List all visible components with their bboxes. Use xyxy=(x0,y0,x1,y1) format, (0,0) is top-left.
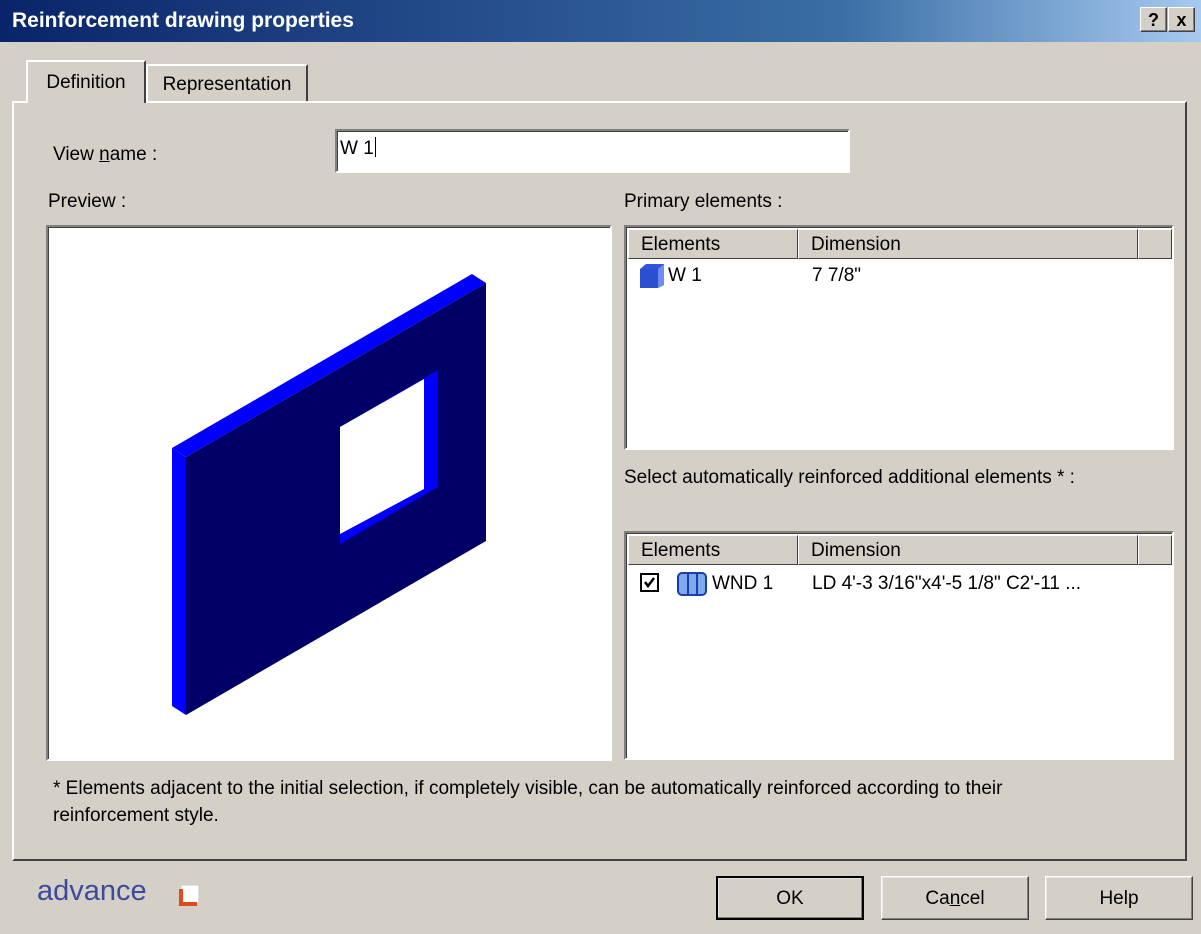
primary-elements-label: Primary elements : xyxy=(624,191,783,212)
text-caret xyxy=(374,137,376,157)
tab-definition[interactable]: Definition xyxy=(26,60,146,103)
column-header-dimension[interactable]: Dimension xyxy=(798,229,1138,259)
ok-button[interactable]: OK xyxy=(716,876,864,920)
column-header-dimension[interactable]: Dimension xyxy=(798,535,1138,565)
column-header-filler xyxy=(1138,535,1172,565)
wall-icon xyxy=(640,264,664,288)
primary-elements-list[interactable]: Elements Dimension W 1 7 7/8" xyxy=(624,225,1174,450)
active-tab-joint xyxy=(28,100,144,104)
column-header-elements[interactable]: Elements xyxy=(628,229,798,259)
view-name-input[interactable]: W 1 xyxy=(335,129,850,173)
column-header-elements[interactable]: Elements xyxy=(628,535,798,565)
advance-logo: advance xyxy=(37,875,200,908)
cancel-button[interactable]: Cancel xyxy=(881,876,1029,920)
wall-front-face xyxy=(186,283,486,715)
checkbox-checked[interactable] xyxy=(640,573,660,593)
element-dimension: 7 7/8" xyxy=(812,265,862,286)
additional-elements-list[interactable]: Elements Dimension WND 1 LD 4'-3 3/16"x4… xyxy=(624,531,1174,760)
window-icon xyxy=(677,572,707,596)
table-row[interactable]: W 1 7 7/8" xyxy=(638,263,1178,291)
close-title-button[interactable]: x xyxy=(1168,7,1195,32)
view-name-label: View name : xyxy=(53,144,158,165)
table-row[interactable]: WND 1 LD 4'-3 3/16"x4'-5 1/8" C2'-11 ... xyxy=(638,571,1178,599)
view-name-value: W 1 xyxy=(340,138,374,159)
tab-representation[interactable]: Representation xyxy=(146,64,308,101)
footnote-line-1: * Elements adjacent to the initial selec… xyxy=(53,778,1003,799)
title-bar[interactable]: Reinforcement drawing properties ? x xyxy=(0,0,1201,42)
element-name: W 1 xyxy=(668,265,702,286)
preview-viewport[interactable] xyxy=(46,225,612,761)
logo-text: advance xyxy=(37,875,147,907)
logo-mark-icon xyxy=(179,884,200,906)
help-title-button[interactable]: ? xyxy=(1140,7,1167,32)
additional-elements-label: Select automatically reinforced addition… xyxy=(624,467,1075,488)
wall-side-face xyxy=(172,448,186,715)
window-title: Reinforcement drawing properties xyxy=(12,9,354,32)
help-button[interactable]: Help xyxy=(1045,876,1193,920)
reinforcement-drawing-properties-dialog: Reinforcement drawing properties ? x Def… xyxy=(0,0,1201,934)
preview-label: Preview : xyxy=(48,191,127,212)
footnote-line-2: reinforcement style. xyxy=(53,805,219,826)
wall-preview-graphic xyxy=(172,274,486,715)
element-dimension: LD 4'-3 3/16"x4'-5 1/8" C2'-11 ... xyxy=(812,573,1082,594)
element-name: WND 1 xyxy=(712,573,774,594)
column-header-filler xyxy=(1138,229,1172,259)
